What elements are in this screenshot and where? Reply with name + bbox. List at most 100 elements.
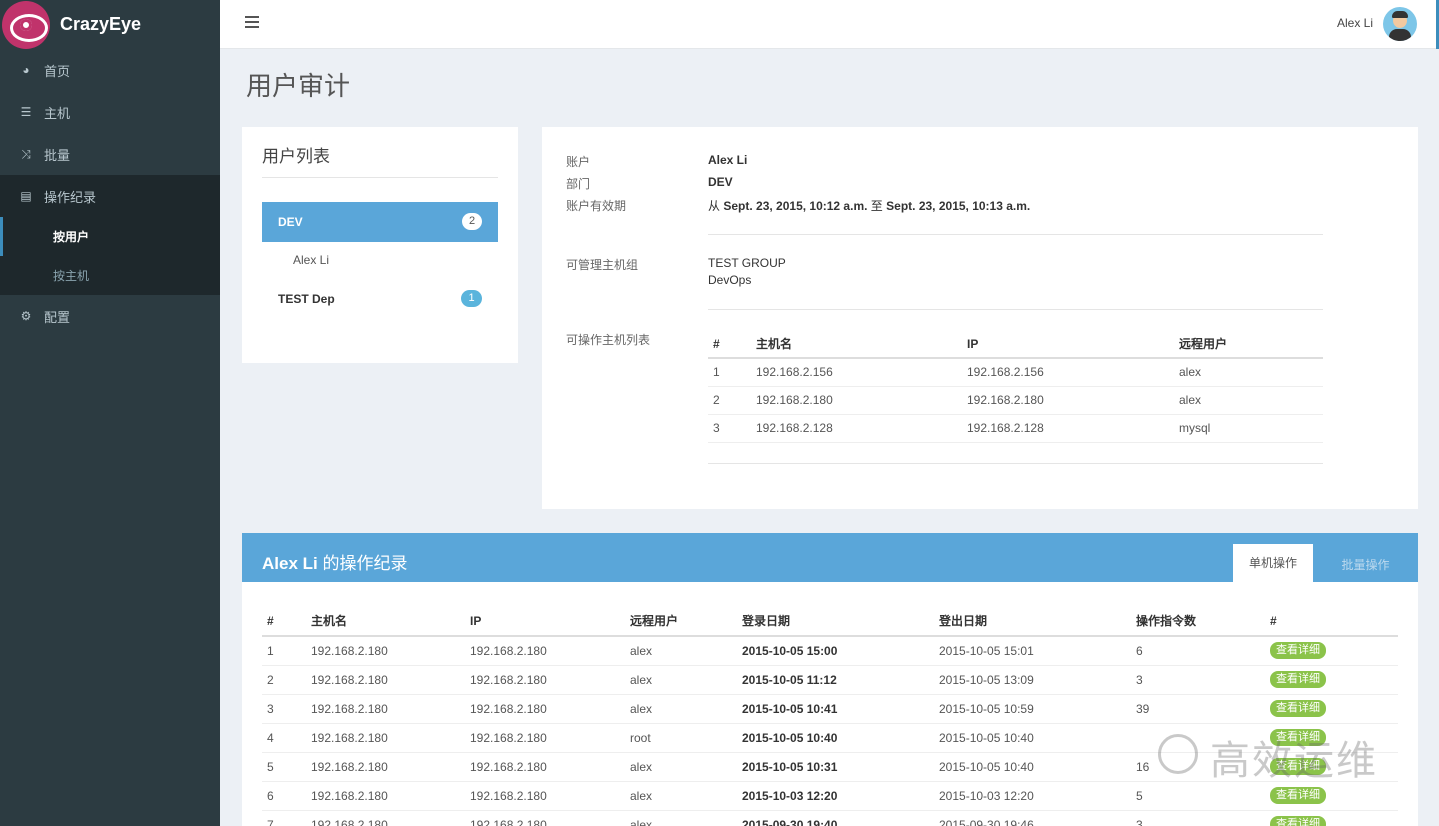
cell-ip: 192.168.2.128: [962, 414, 1174, 443]
count-badge: 1: [461, 290, 482, 307]
cell-remote-user: alex: [625, 781, 737, 811]
operation-log-table: # 主机名 IP 远程用户 登录日期 登出日期 操作指令数 # 1 192.168…: [262, 606, 1398, 826]
host-link[interactable]: 192.168.2.180: [306, 665, 465, 695]
cell-action: 查看详细: [1265, 636, 1398, 666]
brand[interactable]: CrazyEye: [0, 0, 220, 49]
cell-index: 1: [708, 358, 751, 387]
sidebar-item-config[interactable]: ⚙ 配置: [0, 295, 220, 337]
watermark-text: 高效运维: [1210, 739, 1378, 783]
validity-value: 从 Sept. 23, 2015, 10:12 a.m. 至 Sept. 23,…: [708, 197, 1030, 214]
cell-ip: 192.168.2.180: [465, 665, 625, 695]
user-info-panel: 账户 Alex Li 部门 DEV 账户有效期 从 Sept. 23, 2015…: [542, 127, 1418, 509]
sidebar-item-label: 操作纪录: [44, 189, 97, 205]
sidebar-item-batch[interactable]: ⤨ 批量: [0, 133, 220, 175]
avatar[interactable]: [1383, 7, 1417, 41]
topbar: Alex Li: [220, 0, 1439, 49]
table-row: 2 192.168.2.180 192.168.2.180 alex: [708, 386, 1323, 415]
sidebar-item-audit[interactable]: ▤ 操作纪录: [0, 175, 220, 217]
host-link[interactable]: 192.168.2.180: [751, 386, 962, 415]
cell-logout-time: 2015-10-05 13:09: [934, 665, 1131, 695]
validity-end: Sept. 23, 2015, 10:13 a.m.: [886, 199, 1031, 213]
host-link[interactable]: 192.168.2.128: [751, 414, 962, 443]
divider: [708, 309, 1323, 310]
column-header: #: [708, 330, 751, 359]
host-link[interactable]: 192.168.2.180: [306, 810, 465, 826]
host-link[interactable]: 192.168.2.180: [306, 694, 465, 724]
divider: [708, 463, 1323, 464]
column-header: #: [262, 606, 306, 637]
shuffle-icon: ⤨: [21, 147, 31, 161]
cell-command-count: 3: [1131, 810, 1265, 826]
view-detail-button[interactable]: 查看详细: [1270, 700, 1326, 717]
cell-ip: 192.168.2.180: [465, 810, 625, 826]
group-item: DevOps: [708, 273, 752, 287]
submenu-item-by-user[interactable]: 按用户: [0, 217, 220, 256]
submenu-item-label: 按用户: [53, 230, 90, 244]
table-row: 3 192.168.2.180 192.168.2.180 alex 2015-10-0…: [262, 694, 1398, 724]
cell-logout-time: 2015-10-05 10:40: [934, 752, 1131, 782]
cell-index: 2: [708, 386, 751, 415]
cell-index: 5: [262, 752, 306, 782]
cell-remote-user: alex: [625, 665, 737, 695]
view-detail-button[interactable]: 查看详细: [1270, 816, 1326, 826]
cell-remote-user: alex: [1174, 386, 1323, 415]
cell-login-time: 2015-10-03 12:20: [737, 781, 934, 811]
operation-log-user: Alex Li: [262, 554, 318, 573]
cell-remote-user: alex: [1174, 358, 1323, 387]
dashboard-icon: ◕: [22, 63, 30, 77]
cell-index: 3: [262, 694, 306, 724]
view-detail-button[interactable]: 查看详细: [1270, 671, 1326, 688]
user-item-alex-li[interactable]: Alex Li: [293, 253, 329, 267]
sidebar-item-hosts[interactable]: ☰ 主机: [0, 91, 220, 133]
menu-toggle-icon[interactable]: [245, 16, 259, 28]
tab-single-host[interactable]: 单机操作: [1233, 544, 1313, 582]
cell-remote-user: mysql: [1174, 414, 1323, 443]
host-link[interactable]: 192.168.2.180: [306, 752, 465, 782]
validity-start: Sept. 23, 2015, 10:12 a.m.: [723, 199, 868, 213]
divider: [708, 234, 1323, 235]
host-link[interactable]: 192.168.2.180: [306, 636, 465, 666]
cell-ip: 192.168.2.180: [465, 723, 625, 753]
submenu-item-by-host[interactable]: 按主机: [0, 256, 220, 295]
column-header: 登出日期: [934, 606, 1131, 637]
sidebar-item-home[interactable]: ◕ 首页: [0, 49, 220, 91]
sidebar-item-label: 配置: [44, 309, 71, 325]
tab-batch[interactable]: 批量操作: [1318, 544, 1413, 582]
cell-index: 1: [262, 636, 306, 666]
cell-remote-user: alex: [625, 694, 737, 724]
current-user-name[interactable]: Alex Li: [1337, 16, 1373, 30]
cell-login-time: 2015-10-05 11:12: [737, 665, 934, 695]
count-badge: 2: [462, 213, 482, 230]
department-item-dev[interactable]: DEV 2: [262, 202, 498, 242]
view-detail-button[interactable]: 查看详细: [1270, 642, 1326, 660]
cell-login-time: 2015-10-05 10:41: [737, 694, 934, 724]
view-detail-button[interactable]: 查看详细: [1270, 787, 1326, 804]
cell-login-time: 2015-09-30 19:40: [737, 810, 934, 826]
cell-action: 查看详细: [1265, 665, 1398, 695]
table-header-row: # 主机名 IP 远程用户: [708, 330, 1323, 359]
cell-logout-time: 2015-09-30 19:46: [934, 810, 1131, 826]
hosts-label: 可操作主机列表: [566, 333, 651, 347]
host-link[interactable]: 192.168.2.156: [751, 358, 962, 387]
watermark: 高效运维: [1158, 722, 1398, 783]
host-link[interactable]: 192.168.2.180: [306, 723, 465, 753]
sidebar-item-label: 首页: [44, 63, 71, 79]
host-link[interactable]: 192.168.2.180: [306, 781, 465, 811]
logo-icon: [2, 0, 50, 49]
cell-remote-user: alex: [625, 636, 737, 666]
cell-index: 7: [262, 810, 306, 826]
cell-ip: 192.168.2.180: [465, 636, 625, 666]
cell-index: 2: [262, 665, 306, 695]
table-header-row: # 主机名 IP 远程用户 登录日期 登出日期 操作指令数 #: [262, 606, 1398, 637]
department-item-test[interactable]: TEST Dep: [278, 292, 335, 306]
user-list-title: 用户列表: [262, 147, 330, 166]
department-name: DEV: [278, 215, 303, 229]
validity-to: 至: [870, 199, 883, 213]
cell-ip: 192.168.2.180: [465, 694, 625, 724]
group-item: TEST GROUP: [708, 256, 786, 270]
cell-index: 4: [262, 723, 306, 753]
validity-from: 从: [708, 199, 721, 213]
cell-ip: 192.168.2.180: [465, 781, 625, 811]
sidebar-item-label: 主机: [44, 105, 71, 121]
cell-login-time: 2015-10-05 10:40: [737, 723, 934, 753]
